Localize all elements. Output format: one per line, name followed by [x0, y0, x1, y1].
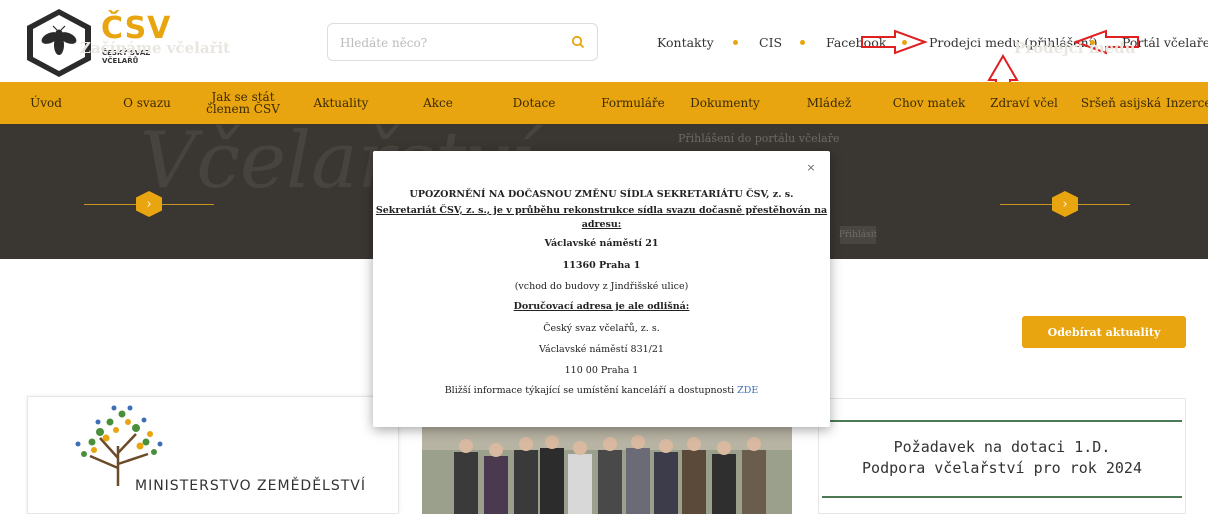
search-icon[interactable]	[571, 35, 585, 49]
separator-dot	[733, 40, 738, 45]
separator-dot	[902, 40, 907, 45]
modal-delivery-city: 110 00 Praha 1	[564, 365, 639, 376]
modal-info-link[interactable]: ZDE	[737, 385, 758, 396]
portal-login-button[interactable]: Přihlásit	[839, 226, 877, 244]
nav-item-dokumenty[interactable]: Dokumenty	[680, 82, 770, 124]
ministry-tree-logo	[75, 405, 163, 486]
search-input[interactable]	[340, 34, 560, 52]
hero-title-zaciname[interactable]: Začínáme včelařit	[80, 39, 230, 57]
nav-item-aktuality[interactable]: Aktuality	[306, 82, 376, 124]
modal-delivery-heading: Doručovací adresa je ale odlišná:	[513, 301, 690, 312]
logo-subtitle-line2: VČELAŘŮ	[102, 57, 139, 65]
nav-item-dotace[interactable]: Dotace	[506, 82, 562, 124]
modal-info-text: Bližší informace týkající se umístění ka…	[444, 385, 735, 396]
modal-address-street: Václavské náměstí 21	[544, 238, 659, 249]
nav-item-o-svazu[interactable]: O svazu	[112, 82, 182, 124]
dotace-line-2: Podpora včelařství pro rok 2024	[862, 459, 1142, 477]
nav-item-srsen-asijska[interactable]: Sršeň asijská	[1076, 82, 1166, 124]
nav-item-mladez[interactable]: Mládež	[800, 82, 858, 124]
modal-address-city: 11360 Praha 1	[562, 260, 641, 271]
search-box	[327, 23, 598, 61]
nav-item-clenstvi[interactable]: Jak se stát členem ČSV	[198, 82, 288, 124]
dotace-line-1: Požadavek na dotaci 1.D.	[893, 438, 1111, 456]
ministry-label: MINISTERSTVO ZEMĚDĚLSTVÍ	[135, 478, 366, 494]
subscribe-button[interactable]: Odebírat aktuality	[1022, 316, 1186, 348]
link-cis[interactable]: CIS	[759, 35, 782, 50]
bee-icon	[41, 25, 77, 55]
link-kontakty[interactable]: Kontakty	[657, 35, 714, 50]
modal-delivery-street: Václavské náměstí 831/21	[539, 344, 664, 355]
nav-item-formulare[interactable]: Formuláře	[598, 82, 668, 124]
modal-heading: UPOZORNĚNÍ NA DOČASNOU ZMĚNU SÍDLA SEKRE…	[409, 189, 794, 200]
nav-item-akce[interactable]: Akce	[415, 82, 461, 124]
nav-item-chov-matek[interactable]: Chov matek	[889, 82, 969, 124]
nav-item-uvod[interactable]: Úvod	[20, 82, 72, 124]
modal-notice-line1: Sekretariát ČSV, z. s., je v průběhu rek…	[375, 205, 828, 216]
group-photo-image	[422, 420, 792, 514]
close-icon[interactable]: ×	[806, 162, 816, 173]
main-nav: Úvod O svazu Jak se stát členem ČSV Aktu…	[0, 82, 1208, 124]
hero-title-prodejci[interactable]: Prodejci medu	[1014, 39, 1136, 57]
modal-delivery-name: Český svaz včelařů, z. s.	[543, 323, 660, 334]
modal-info: Bližší informace týkající se umístění ka…	[373, 385, 830, 396]
modal-entrance-note: (vchod do budovy z Jindřišské ulice)	[514, 281, 689, 292]
link-facebook[interactable]: Facebook	[826, 35, 886, 50]
portal-login-title: Přihlášení do portálu včelaře	[678, 132, 840, 145]
news-photo[interactable]	[422, 420, 792, 514]
dotace-banner-text: Požadavek na dotaci 1.D. Podpora včelařs…	[822, 437, 1182, 479]
nav-item-zdravi-vcel[interactable]: Zdraví včel	[984, 82, 1064, 124]
separator-dot	[800, 40, 805, 45]
modal-notice-line2: adresu:	[581, 219, 622, 230]
nav-item-inzerce[interactable]: Inzerce	[1166, 82, 1208, 124]
